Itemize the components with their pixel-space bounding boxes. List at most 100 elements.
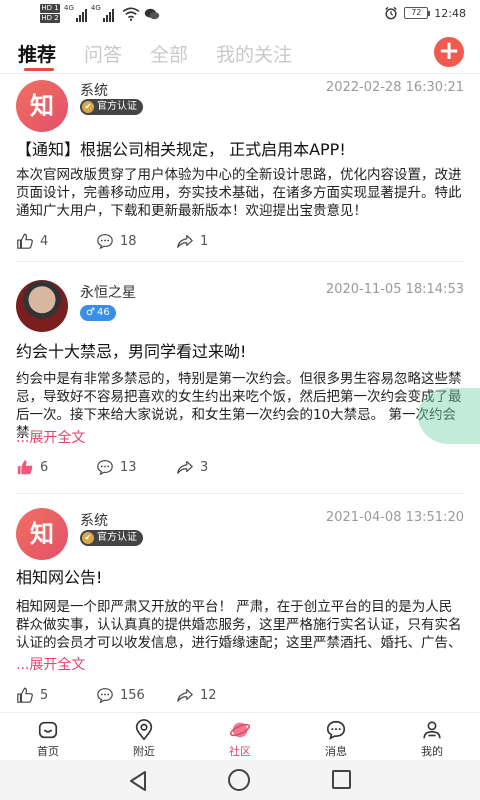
post-card[interactable]: 永恒之星 ♂ 46 2020-11-05 18:14:53 约会十大禁忌，男同学…: [0, 262, 480, 494]
network-type-1: 4G: [64, 4, 74, 12]
community-planet-icon: [229, 722, 251, 738]
like-button[interactable]: 4: [16, 232, 96, 250]
nav-nearby-label: 附近: [133, 745, 155, 758]
share-button[interactable]: 3: [176, 458, 256, 476]
avatar[interactable]: 知: [16, 80, 68, 132]
comment-count: 156: [120, 687, 145, 703]
post-actions: 6 13 3: [16, 458, 256, 476]
status-right: 72 12:48: [384, 6, 466, 20]
post-body[interactable]: 相知网是一个即严肃又开放的平台！ 严肃，在于创立平台的目的是为人民群众做实事，认…: [16, 598, 464, 652]
signal-icon-2: [102, 6, 114, 22]
post-title[interactable]: 【通知】根据公司相关规定， 正式启用本APP!: [16, 136, 464, 160]
recent-apps-icon[interactable]: [332, 770, 351, 789]
clock: 12:48: [434, 6, 466, 20]
nav-home[interactable]: 首页: [18, 719, 78, 759]
status-bar: HD 1 HD 2 4G 4G 72 12:48: [0, 0, 480, 30]
message-icon: [326, 720, 346, 740]
location-pin-icon: [135, 719, 153, 741]
nav-messages-label: 消息: [325, 745, 347, 758]
post-time: 2022-02-28 16:30:21: [325, 80, 464, 95]
post-actions: 4 18 1: [16, 232, 256, 250]
share-icon: [177, 461, 193, 474]
official-badge-label: 官方认证: [97, 532, 137, 543]
share-button[interactable]: 12: [176, 686, 256, 704]
comment-icon: [97, 688, 113, 704]
expand-full-text-link[interactable]: ...展开全文: [16, 427, 85, 447]
wechat-icon: [144, 8, 159, 19]
comment-icon: [97, 460, 113, 476]
like-count: 6: [40, 459, 49, 475]
back-icon[interactable]: [128, 770, 148, 792]
sim2-hd-badge: HD 2: [40, 14, 60, 23]
comment-count: 18: [120, 233, 137, 249]
nav-profile[interactable]: 我的: [402, 719, 462, 759]
user-icon: [423, 721, 441, 739]
thumbs-up-icon: [17, 233, 33, 249]
official-badge: ✔ 官方认证: [80, 530, 143, 546]
tab-all[interactable]: 全部: [150, 40, 188, 67]
post-card[interactable]: 知 系统 ✔ 官方认证 2022-02-28 16:30:21 【通知】根据公司…: [0, 74, 480, 262]
post-card[interactable]: 知 系统 ✔ 官方认证 2021-04-08 13:51:20 相知网公告! 相…: [0, 494, 480, 712]
like-button[interactable]: 5: [16, 686, 96, 704]
level-badge-value: 46: [96, 307, 110, 318]
floating-assistant-bubble[interactable]: [418, 388, 480, 444]
share-count: 3: [200, 459, 209, 475]
official-badge-label: 官方认证: [97, 101, 137, 112]
home-circle-icon[interactable]: [228, 769, 250, 791]
alarm-icon: [385, 6, 398, 20]
comment-button[interactable]: 18: [96, 232, 176, 250]
expand-full-text-link[interactable]: ...展开全文: [16, 654, 85, 674]
network-type-2: 4G: [90, 4, 101, 12]
comment-count: 13: [120, 459, 137, 475]
share-button[interactable]: 1: [176, 232, 256, 250]
nav-profile-label: 我的: [421, 745, 443, 758]
post-actions: 5 156 12: [16, 686, 256, 704]
tab-following[interactable]: 我的关注: [216, 40, 292, 67]
post-time: 2020-11-05 18:14:53: [325, 282, 464, 297]
author-name[interactable]: 系统: [80, 80, 108, 100]
male-icon: ♂: [86, 307, 95, 318]
like-count: 5: [40, 687, 49, 703]
like-button[interactable]: 6: [16, 458, 96, 476]
home-icon: [38, 721, 58, 739]
like-count: 4: [40, 233, 49, 249]
signal-icon: [75, 6, 87, 22]
avatar[interactable]: [16, 280, 68, 332]
sim1-hd-badge: HD 1: [40, 4, 60, 13]
avatar[interactable]: 知: [16, 508, 68, 560]
official-badge: ✔ 官方认证: [80, 99, 143, 115]
nav-nearby[interactable]: 附近: [114, 719, 174, 759]
bottom-navigation: 首页 附近 社区 消息 我的: [0, 712, 480, 760]
verified-icon: ✔: [82, 532, 94, 544]
comment-button[interactable]: 156: [96, 686, 176, 704]
nav-home-label: 首页: [37, 745, 59, 758]
battery-icon: 72: [404, 7, 431, 19]
share-count: 1: [200, 233, 209, 249]
author-name[interactable]: 系统: [80, 510, 108, 530]
verified-icon: ✔: [82, 101, 94, 113]
post-title[interactable]: 约会十大禁忌，男同学看过来呦!: [16, 338, 464, 362]
status-left: HD 1 HD 2 4G 4G: [40, 4, 160, 23]
comment-button[interactable]: 13: [96, 458, 176, 476]
active-tab-indicator: [24, 68, 54, 71]
tab-qa[interactable]: 问答: [84, 40, 122, 67]
tab-recommend[interactable]: 推荐: [18, 40, 56, 67]
system-navigation-bar: [0, 760, 480, 800]
comment-icon: [97, 234, 113, 250]
top-tab-bar: 推荐 问答 全部 我的关注 +: [0, 30, 480, 74]
nav-community[interactable]: 社区: [210, 719, 270, 759]
post-title[interactable]: 相知网公告!: [16, 564, 464, 588]
add-post-button[interactable]: +: [434, 37, 464, 67]
share-icon: [177, 235, 193, 248]
post-time: 2021-04-08 13:51:20: [325, 510, 464, 525]
nav-community-label: 社区: [229, 745, 251, 758]
thumbs-up-icon: [17, 460, 33, 475]
share-count: 12: [200, 687, 217, 703]
author-name[interactable]: 永恒之星: [80, 282, 136, 302]
wifi-icon: [122, 7, 140, 21]
share-icon: [177, 689, 193, 702]
post-body[interactable]: 本次官网改版贯穿了用户体验为中心的全新设计思路，优化内容设置，改进页面设计，完善…: [16, 166, 464, 220]
level-badge: ♂ 46: [80, 305, 116, 321]
thumbs-up-icon: [17, 687, 33, 703]
nav-messages[interactable]: 消息: [306, 719, 366, 759]
